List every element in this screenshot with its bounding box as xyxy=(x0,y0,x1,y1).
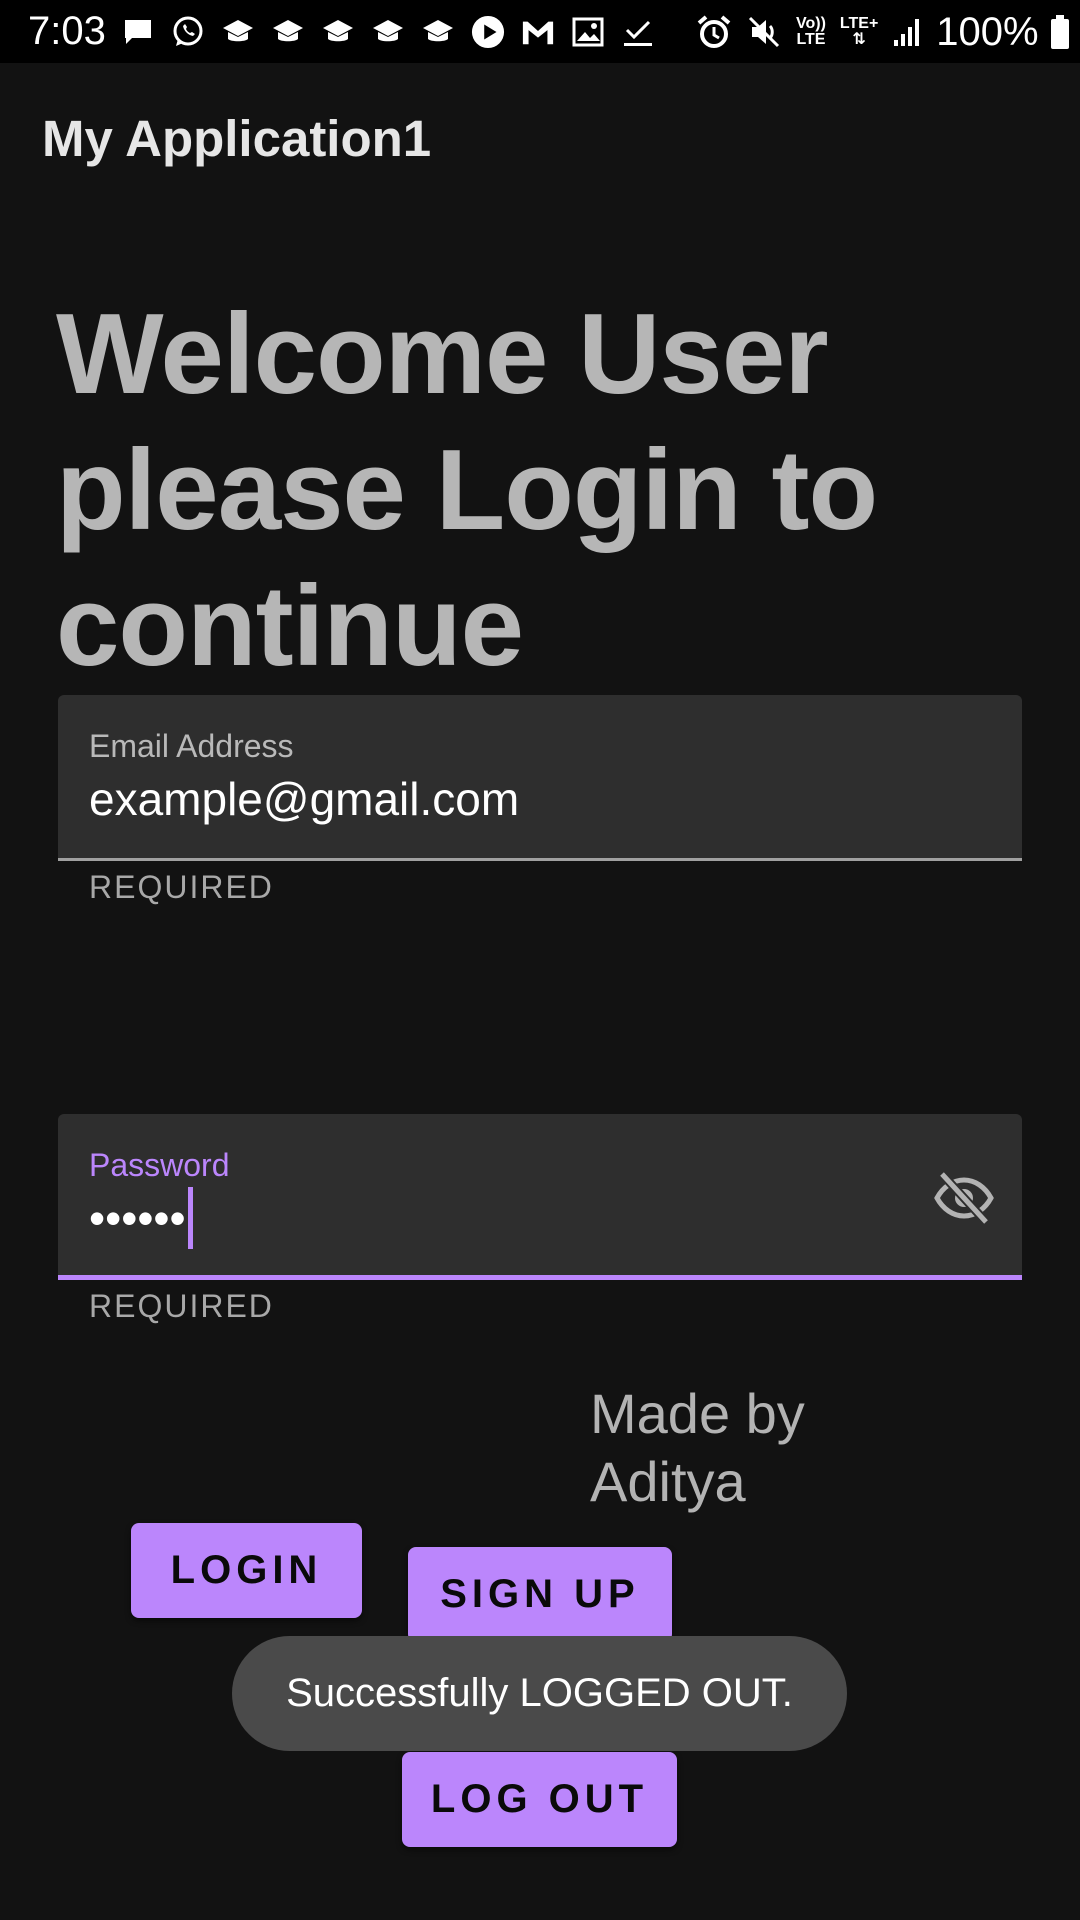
classroom-icon xyxy=(421,15,455,49)
data-arrows-icon: ⇅ xyxy=(852,31,866,48)
classroom-icon xyxy=(271,15,305,49)
password-helper-text: REQUIRED xyxy=(89,1288,274,1324)
message-icon xyxy=(121,15,155,49)
classroom-icon xyxy=(221,15,255,49)
classroom-icon xyxy=(371,15,405,49)
download-done-icon xyxy=(621,15,655,49)
notification-icons xyxy=(121,12,671,52)
mute-icon xyxy=(746,14,782,50)
image-icon xyxy=(571,15,605,49)
log-out-button[interactable]: LOG OUT xyxy=(402,1752,677,1847)
lte-plus-icon: LTE+ ⇅ xyxy=(840,14,878,50)
battery-icon xyxy=(1049,14,1071,50)
password-field-value-wrap[interactable]: •••••• xyxy=(89,1186,193,1253)
status-bar: 7:03 Vo)) LTE LTE+ ⇅ 100% xyxy=(0,0,1080,63)
whatsapp-icon xyxy=(171,15,205,49)
password-field[interactable]: Password •••••• xyxy=(58,1114,1022,1280)
email-helper-text: REQUIRED xyxy=(89,869,274,905)
text-cursor xyxy=(187,1186,193,1249)
sign-up-button[interactable]: SIGN UP xyxy=(408,1547,672,1642)
email-field-value[interactable]: example@gmail.com xyxy=(89,771,519,827)
status-time: 7:03 xyxy=(28,9,106,53)
password-field-label: Password xyxy=(89,1147,230,1183)
battery-percent: 100% xyxy=(936,10,1039,54)
gmail-icon xyxy=(521,15,555,49)
signal-icon xyxy=(892,14,922,50)
welcome-heading: Welcome User please Login to continue xyxy=(56,291,878,690)
password-field-underline xyxy=(58,1275,1022,1280)
alarm-icon xyxy=(696,14,732,50)
system-icons: Vo)) LTE LTE+ ⇅ 100% xyxy=(696,10,1080,54)
email-field[interactable]: Email Address example@gmail.com xyxy=(58,695,1022,861)
classroom-icon xyxy=(321,15,355,49)
password-field-value[interactable]: •••••• xyxy=(89,1192,186,1244)
play-icon xyxy=(471,15,505,49)
volte-label: Vo)) xyxy=(796,15,826,32)
login-button[interactable]: LOGIN xyxy=(131,1523,362,1618)
email-field-label: Email Address xyxy=(89,728,294,764)
volte-icon: Vo)) LTE xyxy=(796,14,826,50)
lte-plus-label: LTE+ xyxy=(839,15,879,32)
visibility-off-icon[interactable] xyxy=(934,1170,994,1226)
made-by-text: Made by Aditya xyxy=(590,1382,805,1513)
lte-label: LTE xyxy=(796,31,826,48)
email-field-underline xyxy=(58,858,1022,861)
toast-message: Successfully LOGGED OUT. xyxy=(232,1636,847,1751)
app-title: My Application1 xyxy=(42,110,432,167)
